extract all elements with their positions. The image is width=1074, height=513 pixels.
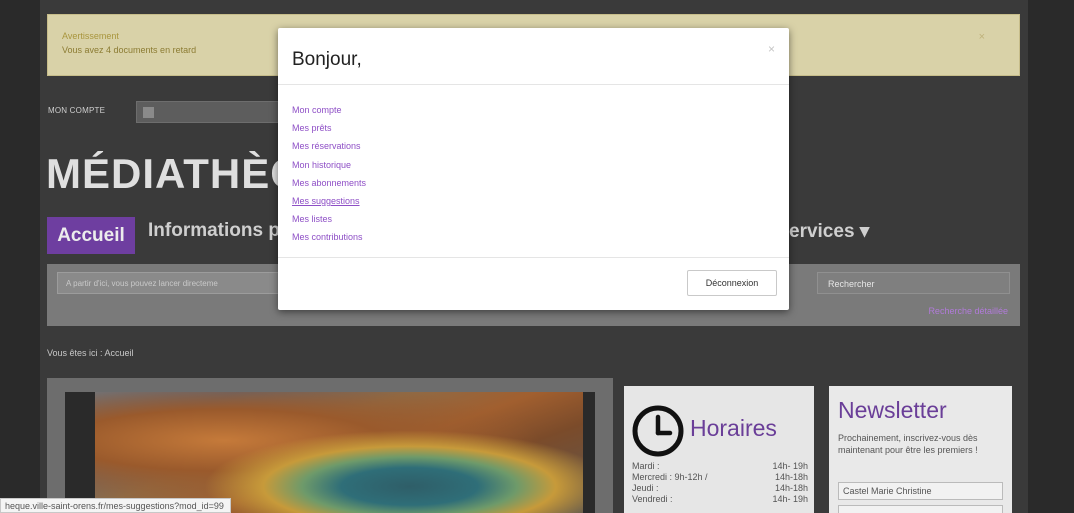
newsletter-name-field[interactable]: Castel Marie Christine	[838, 482, 1003, 500]
alert-close-icon[interactable]: ×	[979, 31, 985, 43]
opening-hours-widget: Horaires Mardi : 14h- 19h Mercredi : 9h-1…	[624, 386, 814, 513]
link-mon-compte[interactable]: Mon compte	[292, 101, 366, 119]
site-title[interactable]: MÉDIATHÈQ	[46, 150, 304, 198]
hours-list: Mardi : 14h- 19h Mercredi : 9h-12h / 14h-1…	[632, 461, 808, 505]
link-mes-listes[interactable]: Mes listes	[292, 210, 366, 228]
account-label: MON COMPTE	[48, 106, 106, 115]
hours-day: Mercredi : 9h-12h /	[632, 472, 708, 482]
browser-status-url: heque.ville-saint-orens.fr/mes-suggestio…	[0, 498, 231, 513]
alert-message: Vous avez 4 documents en retard	[62, 45, 197, 55]
user-menu-dialog: Bonjour, × Mon compte Mes prêts Mes rése…	[278, 28, 789, 310]
hours-day: Vendredi :	[632, 494, 673, 504]
carousel-left-edge	[65, 392, 95, 513]
dialog-title: Bonjour,	[292, 49, 362, 70]
nav-tab-home[interactable]: Accueil	[47, 217, 135, 254]
close-icon[interactable]: ×	[768, 42, 775, 56]
hours-title: Horaires	[690, 415, 777, 441]
link-mes-contributions[interactable]: Mes contributions	[292, 228, 366, 246]
alert-title: Avertissement	[62, 31, 119, 41]
hours-value: 14h- 19h	[772, 494, 808, 504]
hours-day: Mardi :	[632, 461, 660, 471]
account-links-list: Mon compte Mes prêts Mes réservations Mo…	[292, 101, 366, 247]
nav-tab-services[interactable]: ervices ▾	[789, 220, 869, 243]
hours-row: Vendredi : 14h- 19h	[632, 494, 808, 505]
carousel-image[interactable]	[65, 392, 595, 513]
link-mes-reservations[interactable]: Mes réservations	[292, 137, 366, 155]
link-mon-historique[interactable]: Mon historique	[292, 156, 366, 174]
newsletter-title: Newsletter	[838, 397, 947, 423]
advanced-search-link[interactable]: Recherche détaillée	[928, 306, 1008, 316]
dialog-header: Bonjour, ×	[278, 28, 789, 85]
newsletter-text: Prochainement, inscrivez-vous dès mainte…	[838, 433, 978, 455]
breadcrumb: Vous êtes ici : Accueil	[47, 348, 134, 358]
hours-value: 14h-18h	[774, 483, 808, 493]
dialog-footer: Déconnexion	[278, 257, 789, 310]
link-mes-prets[interactable]: Mes prêts	[292, 119, 366, 137]
carousel-right-edge	[583, 392, 595, 513]
newsletter-widget: Newsletter Prochainement, inscrivez-vous…	[829, 386, 1012, 513]
newsletter-email-field[interactable]	[838, 505, 1003, 513]
search-button[interactable]: Rechercher	[817, 272, 1010, 294]
carousel	[47, 378, 613, 513]
link-mes-abonnements[interactable]: Mes abonnements	[292, 174, 366, 192]
logout-button[interactable]: Déconnexion	[687, 270, 777, 296]
search-input[interactable]: A partir d'ici, vous pouvez lancer direc…	[57, 272, 282, 294]
hours-row: Mercredi : 9h-12h / 14h-18h	[632, 472, 808, 483]
hours-value: 14h- 19h	[772, 461, 808, 471]
nav-tab-informations[interactable]: Informations p	[148, 220, 280, 242]
clock-icon	[632, 405, 684, 457]
account-icon	[143, 107, 154, 118]
hours-day: Jeudi :	[632, 483, 659, 493]
hours-row: Mardi : 14h- 19h	[632, 461, 808, 472]
hours-value: 14h-18h	[774, 472, 808, 482]
link-mes-suggestions[interactable]: Mes suggestions	[292, 192, 366, 210]
hours-row: Jeudi : 14h-18h	[632, 483, 808, 494]
